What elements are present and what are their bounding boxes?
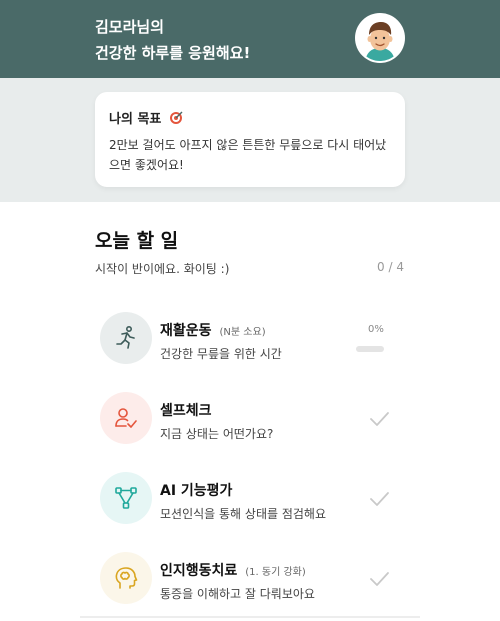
node-graph-icon — [115, 487, 137, 509]
progress-bar — [356, 346, 384, 352]
task-item-cbt[interactable]: 인지행동치료 (1. 동기 강화) 통증을 이해하고 잘 다뤄보아요 — [100, 552, 400, 608]
task-title-text: 인지행동치료 — [160, 563, 238, 579]
section-subtitle: 시작이 반이에요. 화이팅 :) — [95, 262, 230, 276]
task-count: 0 / 4 — [377, 260, 404, 274]
task-item-self-check[interactable]: 셀프체크 지금 상태는 어떤가요? — [100, 392, 400, 448]
task-icon-circle — [100, 552, 152, 604]
header-banner: 김모라님의 건강한 하루를 응원해요! — [0, 0, 500, 78]
task-item-ai-assessment[interactable]: AI 기능평가 모션인식을 통해 상태를 점검해요 — [100, 472, 400, 528]
avatar[interactable] — [357, 15, 403, 61]
divider — [80, 616, 420, 618]
check-icon — [370, 572, 389, 586]
goal-card[interactable]: 나의 목표 2만보 걸어도 아프지 않은 튼튼한 무릎으로 다시 태어났으면 좋… — [95, 92, 405, 187]
goal-text: 2만보 걸어도 아프지 않은 튼튼한 무릎으로 다시 태어났으면 좋겠어요! — [109, 138, 387, 172]
task-tag: (N분 소요) — [219, 327, 266, 338]
task-desc: 모션인식을 통해 상태를 점검해요 — [160, 507, 327, 521]
task-title: 재활운동 (N분 소요) — [160, 320, 266, 340]
dart-target-icon — [169, 111, 183, 124]
task-icon-circle — [100, 472, 152, 524]
progress-percent: 0% — [368, 324, 384, 335]
task-title: 인지행동치료 (1. 동기 강화) — [160, 560, 306, 580]
task-desc: 지금 상태는 어떤가요? — [160, 427, 274, 441]
goal-title-label: 나의 목표 — [109, 112, 162, 127]
task-title: 셀프체크 — [160, 400, 212, 420]
goal-title: 나의 목표 — [109, 108, 183, 127]
task-desc: 통증을 이해하고 잘 다뤄보아요 — [160, 587, 315, 601]
task-title: AI 기능평가 — [160, 480, 232, 500]
check-icon — [370, 492, 389, 506]
task-title-text: AI 기능평가 — [160, 483, 233, 499]
task-item-rehab[interactable]: 재활운동 (N분 소요) 건강한 무릎을 위한 시간 0% — [100, 312, 400, 368]
task-icon-circle — [100, 312, 152, 364]
check-icon — [370, 412, 389, 426]
task-tag: (1. 동기 강화) — [245, 567, 306, 578]
greeting-line-1: 김모라님의 — [95, 18, 165, 36]
greeting-line-2: 건강한 하루를 응원해요! — [95, 44, 251, 62]
running-person-icon — [116, 325, 135, 349]
brain-head-icon — [115, 567, 138, 589]
task-icon-circle — [100, 392, 152, 444]
task-title-text: 재활운동 — [160, 323, 212, 339]
task-title-text: 셀프체크 — [160, 403, 212, 419]
user-check-icon — [115, 408, 137, 428]
avatar-icon — [357, 15, 403, 61]
section-title: 오늘 할 일 — [95, 230, 179, 252]
greeting: 김모라님의 건강한 하루를 응원해요! — [95, 14, 250, 66]
task-desc: 건강한 무릎을 위한 시간 — [160, 347, 282, 361]
